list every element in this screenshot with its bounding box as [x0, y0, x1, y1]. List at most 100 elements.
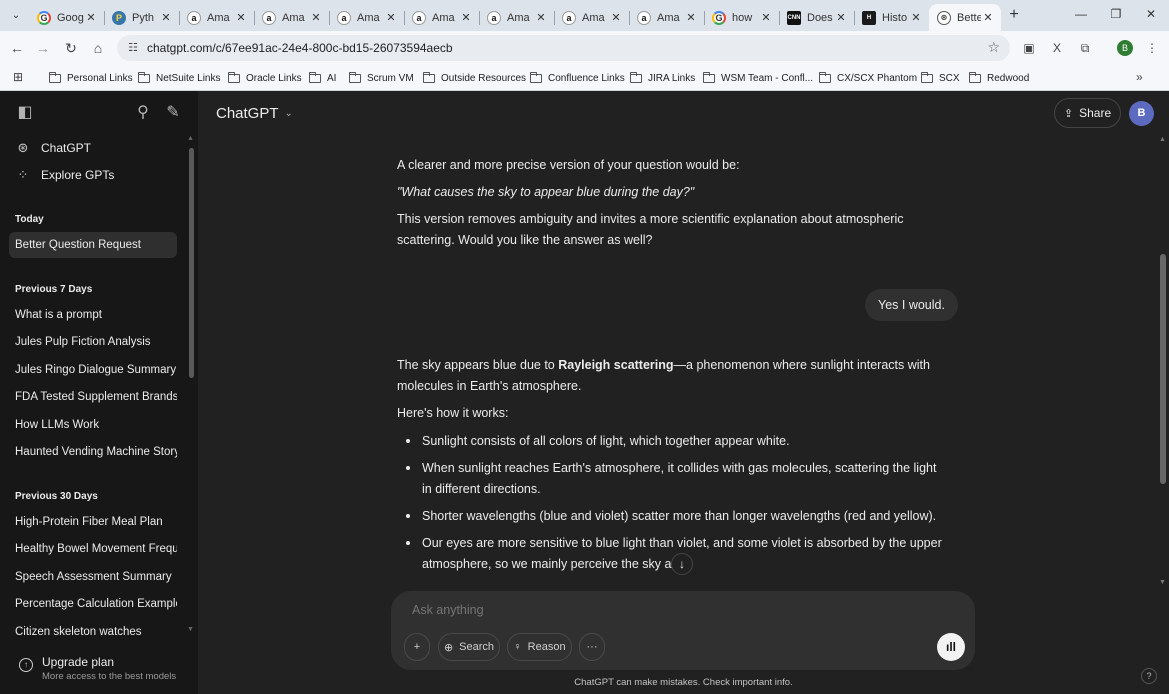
browser-tab[interactable]: a Ama ✕: [479, 4, 554, 31]
sidebar-scroll-up-icon[interactable]: ▲: [187, 135, 194, 142]
bookmark-folder[interactable]: JIRA Links: [630, 70, 695, 86]
browser-tab[interactable]: G Goog ✕: [29, 4, 104, 31]
bookmark-label: CX/SCX Phantom: [837, 72, 918, 84]
folder-icon: [530, 71, 542, 83]
help-icon[interactable]: ?: [1141, 668, 1157, 684]
back-arrow-icon[interactable]: ←: [8, 39, 26, 57]
chat-item[interactable]: What is a prompt: [9, 302, 177, 328]
bookmark-folder[interactable]: CX/SCX Phantom: [819, 70, 917, 86]
chat-item[interactable]: Better Question Request: [9, 232, 177, 258]
bookmark-folder[interactable]: AI: [309, 70, 336, 86]
chat-item[interactable]: Healthy Bowel Movement Frequency: [9, 536, 177, 562]
reason-button[interactable]: ♀ Reason: [507, 633, 572, 661]
tab-close-icon[interactable]: ✕: [534, 11, 548, 24]
chat-item[interactable]: High-Protein Fiber Meal Plan: [9, 509, 177, 535]
browser-tab[interactable]: P Pyth ✕: [104, 4, 179, 31]
scroll-to-bottom-icon[interactable]: ↓: [671, 553, 693, 575]
browser-tab[interactable]: a Ama ✕: [329, 4, 404, 31]
apps-grid-icon[interactable]: ⊞: [13, 71, 26, 84]
sidebar-scrollbar-thumb[interactable]: [189, 148, 194, 378]
chat-item[interactable]: FDA Tested Supplement Brands: [9, 384, 177, 410]
tab-close-icon[interactable]: ✕: [459, 11, 473, 24]
excel-extension-icon[interactable]: X: [1049, 40, 1065, 56]
tab-close-icon[interactable]: ✕: [234, 11, 248, 24]
reload-icon[interactable]: ↻: [62, 39, 80, 57]
sidebar-scroll-down-icon[interactable]: ▼: [187, 626, 194, 633]
tab-close-icon[interactable]: ✕: [759, 11, 773, 24]
bookmark-folder[interactable]: NetSuite Links: [138, 70, 220, 86]
url-text[interactable]: chatgpt.com/c/67ee91ac-24e4-800c-bd15-26…: [147, 41, 453, 55]
chat-item[interactable]: Jules Ringo Dialogue Summary: [9, 357, 177, 383]
browser-profile-avatar[interactable]: B: [1117, 40, 1133, 56]
address-bar[interactable]: ☷ chatgpt.com/c/67ee91ac-24e4-800c-bd15-…: [117, 35, 1010, 61]
chat-item[interactable]: Citizen skeleton watches: [9, 619, 177, 645]
message-input[interactable]: [412, 603, 912, 617]
upgrade-plan-button[interactable]: ↑ Upgrade plan More access to the best m…: [15, 652, 190, 684]
toggle-sidebar-icon[interactable]: ◧: [15, 103, 35, 123]
chat-item[interactable]: Speech Assessment Summary: [9, 564, 177, 590]
browser-menu-icon[interactable]: ⋮: [1144, 40, 1160, 56]
main-scroll-down-icon[interactable]: ▼: [1159, 579, 1166, 586]
tab-favicon-icon: a: [337, 10, 351, 25]
tab-close-icon[interactable]: ✕: [684, 11, 698, 24]
sidebar-nav-chatgpt[interactable]: ⊛ ChatGPT: [15, 138, 91, 158]
browser-tab[interactable]: a Ama ✕: [404, 4, 479, 31]
extension-icon[interactable]: ▣: [1021, 40, 1037, 56]
more-options-button[interactable]: ···: [579, 633, 605, 661]
minimize-icon[interactable]: —: [1073, 6, 1089, 22]
tab-close-icon[interactable]: ✕: [84, 11, 98, 24]
tab-close-icon[interactable]: ✕: [981, 11, 995, 24]
browser-tab[interactable]: Ghow ✕: [704, 4, 779, 31]
browser-tab[interactable]: a Ama ✕: [554, 4, 629, 31]
browser-tab[interactable]: a Ama ✕: [179, 4, 254, 31]
bookmark-folder[interactable]: Oracle Links: [228, 70, 302, 86]
sidebar-nav-explore-gpts[interactable]: ⁘ Explore GPTs: [15, 165, 115, 185]
puzzle-extensions-icon[interactable]: ⧉: [1077, 40, 1093, 56]
search-chats-icon[interactable]: ⚲: [133, 103, 153, 123]
bookmarks-overflow-icon[interactable]: »: [1136, 70, 1143, 84]
bookmark-folder[interactable]: WSM Team - Confl...: [703, 70, 813, 86]
search-button[interactable]: ⊕ Search: [438, 633, 500, 661]
home-icon[interactable]: ⌂: [89, 39, 107, 57]
bookmark-folder[interactable]: Outside Resources: [423, 70, 526, 86]
tab-close-icon[interactable]: ✕: [834, 11, 848, 24]
tab-close-icon[interactable]: ✕: [309, 11, 323, 24]
new-tab-plus-icon[interactable]: +: [1006, 7, 1022, 23]
browser-tab[interactable]: CNN Does ✕: [779, 4, 854, 31]
close-window-icon[interactable]: ✕: [1143, 6, 1159, 22]
bookmark-label: WSM Team - Confl...: [721, 72, 814, 84]
attach-plus-button[interactable]: +: [404, 633, 430, 661]
browser-tab[interactable]: a Ama ✕: [254, 4, 329, 31]
tab-title: how: [732, 11, 753, 24]
browser-tab[interactable]: ⊛ Bette ✕: [929, 4, 1001, 31]
bookmark-folder[interactable]: Redwood: [969, 70, 1029, 86]
browser-tab[interactable]: H Histo ✕: [854, 4, 929, 31]
bookmark-folder[interactable]: Scrum VM: [349, 70, 414, 86]
site-info-icon[interactable]: ☷: [125, 40, 141, 56]
main-scrollbar-thumb[interactable]: [1160, 254, 1166, 484]
tab-close-icon[interactable]: ✕: [384, 11, 398, 24]
chat-item[interactable]: Jules Pulp Fiction Analysis: [9, 329, 177, 355]
main-scroll-up-icon[interactable]: ▲: [1159, 136, 1166, 143]
bookmark-star-icon[interactable]: ☆: [987, 39, 1000, 56]
restore-icon[interactable]: ❐: [1108, 6, 1124, 22]
tab-close-icon[interactable]: ✕: [909, 11, 923, 24]
bullet-item: When sunlight reaches Earth's atmosphere…: [403, 458, 943, 500]
chat-item[interactable]: Haunted Vending Machine Story: [9, 439, 177, 465]
tab-close-icon[interactable]: ✕: [609, 11, 623, 24]
tab-search-chevron-icon[interactable]: ⌄: [6, 5, 26, 25]
tab-close-icon[interactable]: ✕: [159, 11, 173, 24]
forward-arrow-icon[interactable]: →: [34, 39, 52, 57]
browser-tab[interactable]: a Ama ✕: [629, 4, 704, 31]
voice-mode-icon[interactable]: ıll: [937, 633, 965, 661]
model-selector[interactable]: ChatGPT ⌄: [216, 105, 293, 122]
bookmark-folder[interactable]: Personal Links: [49, 70, 133, 86]
chat-item[interactable]: How LLMs Work: [9, 412, 177, 438]
bookmark-folder[interactable]: SCX: [921, 70, 960, 86]
chat-item[interactable]: Percentage Calculation Example: [9, 591, 177, 617]
user-avatar[interactable]: B: [1129, 101, 1154, 126]
grid-icon: ⁘: [17, 167, 29, 182]
bookmark-folder[interactable]: Confluence Links: [530, 70, 625, 86]
share-button[interactable]: ⇪ Share: [1054, 98, 1121, 128]
new-chat-icon[interactable]: ✎: [163, 103, 183, 123]
